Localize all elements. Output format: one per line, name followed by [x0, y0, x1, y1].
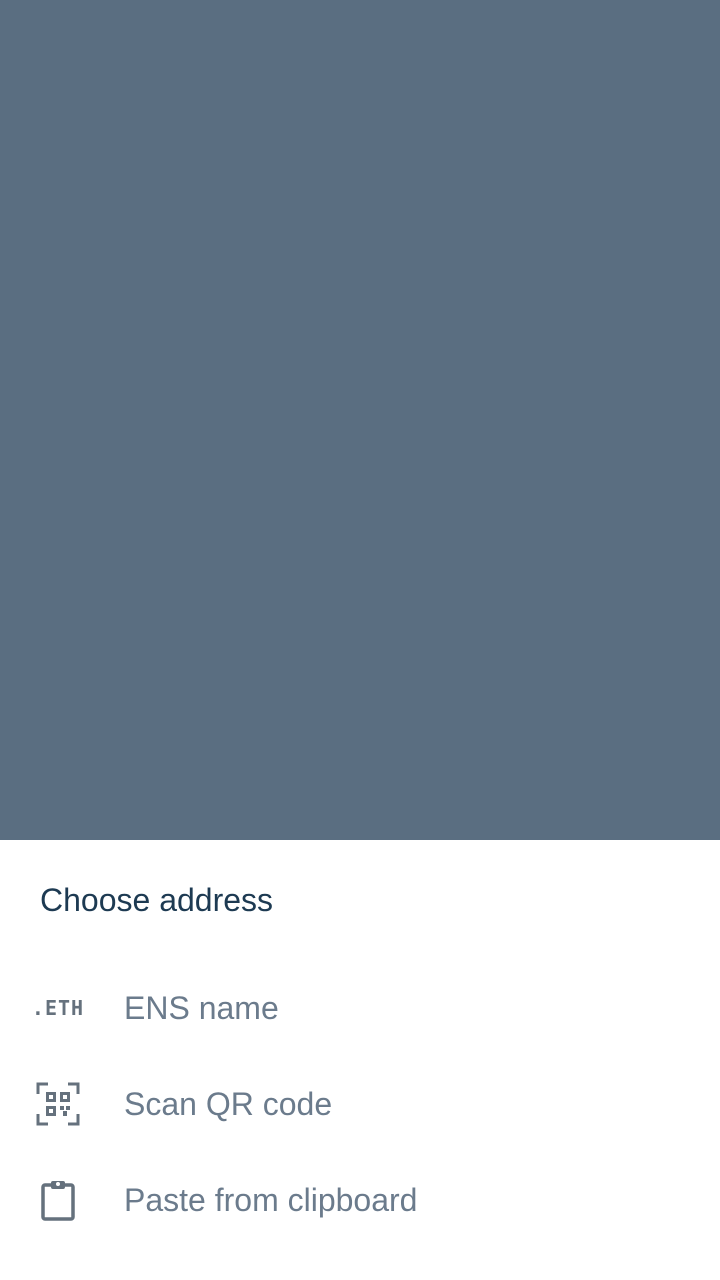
paste-clipboard-option[interactable]: Paste from clipboard: [0, 1152, 720, 1248]
ens-name-label: ENS name: [124, 990, 279, 1026]
scan-qr-option[interactable]: Scan QR code: [0, 1056, 720, 1152]
qr-code-icon: [36, 1082, 80, 1126]
screen: Choose address .ETH ENS name Scan QR cod…: [0, 0, 720, 1280]
modal-scrim[interactable]: [0, 0, 720, 840]
sheet-title: Choose address: [40, 882, 274, 918]
clipboard-icon: [36, 1180, 80, 1221]
paste-clipboard-label: Paste from clipboard: [124, 1182, 418, 1218]
scan-qr-label: Scan QR code: [124, 1086, 333, 1122]
ens-name-option[interactable]: .ETH ENS name: [0, 960, 720, 1056]
eth-icon: .ETH: [31, 996, 85, 1020]
